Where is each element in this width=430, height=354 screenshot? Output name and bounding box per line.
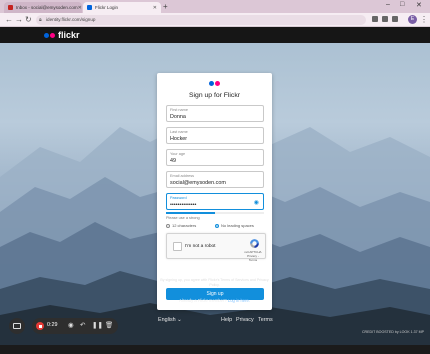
field-value: Hocker <box>170 136 188 142</box>
footer-link-privacy[interactable]: Privacy <box>236 317 254 323</box>
password-strength-fill <box>166 212 215 214</box>
footer-link-help[interactable]: Help <box>221 317 232 323</box>
pause-icon[interactable]: ❚❚ <box>92 321 103 329</box>
email-field[interactable]: Email address social@emysoden.com <box>166 171 264 188</box>
tab-label: Flickr Login <box>95 5 119 10</box>
flickr-top-nav: flickr <box>0 27 430 43</box>
browser-toolbar: ← → ↻ 🔒︎ identity.flickr.com/signup E ⋮ <box>0 13 430 27</box>
recaptcha-brand: reCAPTCHA Privacy - Terms <box>244 250 262 262</box>
draw-icon[interactable]: ◉ <box>68 321 74 329</box>
radio-icon <box>166 223 170 228</box>
recording-timer: 0:29 <box>47 322 58 328</box>
forward-icon[interactable]: → <box>15 15 23 24</box>
password-field[interactable]: Password •••••••••••••• ◉ <box>166 193 264 210</box>
menu-icon[interactable]: ⋮ <box>420 15 428 24</box>
downloads-icon[interactable] <box>392 16 398 22</box>
field-value: 49 <box>170 158 176 164</box>
address-bar[interactable]: 🔒︎ identity.flickr.com/signup <box>36 15 366 25</box>
maximize-icon[interactable]: □ <box>400 1 404 8</box>
tab-flickr-login[interactable]: Flickr Login ✕ <box>83 2 161 13</box>
signup-card: Sign up for Flickr First name Donna Last… <box>157 73 272 310</box>
flickr-dots-icon <box>209 81 223 86</box>
lock-icon: 🔒︎ <box>39 17 42 23</box>
delete-icon[interactable]: 🗑︎ <box>105 321 113 329</box>
photo-credit: CREDIT BOOSTED by LOOK 1.37 MP <box>361 330 424 334</box>
password-hint: Please use a strong <box>166 216 200 220</box>
recaptcha-checkbox[interactable] <box>173 242 182 251</box>
logo-pink-dot <box>50 32 55 38</box>
back-icon[interactable]: ← <box>5 15 13 24</box>
logo-text: flickr <box>58 30 80 40</box>
age-field[interactable]: Your age 49 <box>166 149 264 166</box>
webcam-button[interactable] <box>9 318 25 334</box>
reload-icon[interactable]: ↻ <box>25 15 32 24</box>
field-value: Donna <box>170 114 186 120</box>
recaptcha-widget: I'm not a robot reCAPTCHA Privacy - Term… <box>166 233 266 262</box>
close-window-icon[interactable]: ✕ <box>416 1 422 9</box>
field-label: Email address <box>170 174 195 178</box>
stop-recording-icon[interactable] <box>36 322 44 330</box>
close-tab-icon[interactable]: ✕ <box>78 5 82 11</box>
new-tab-icon[interactable]: + <box>163 2 168 11</box>
tab-label: Inbox - social@emysoden.com <box>16 5 78 10</box>
already-member: Already a Flickr member? Log in here. <box>178 298 250 303</box>
password-strength-bar <box>166 212 264 214</box>
flickr-page: flickr Sign up for Flickr First name Don… <box>0 27 430 345</box>
field-label: First name <box>170 108 188 112</box>
language-selector[interactable]: English ⌄ <box>158 317 182 323</box>
terms-text: By signing up, you agree with Flickr's T… <box>160 278 269 287</box>
camera-icon <box>13 323 21 329</box>
recaptcha-logo-icon <box>250 239 259 248</box>
profile-avatar[interactable]: E <box>408 15 417 24</box>
flickr-favicon-icon <box>87 5 92 10</box>
close-tab-icon[interactable]: ✕ <box>153 5 157 11</box>
minimize-icon[interactable]: – <box>386 1 390 8</box>
footer-link-terms[interactable]: Terms <box>258 317 273 323</box>
bookmark-icon[interactable] <box>372 16 378 22</box>
signup-title: Sign up for Flickr <box>189 92 240 99</box>
undo-icon[interactable]: ↶ <box>80 321 85 329</box>
recaptcha-label: I'm not a robot <box>185 244 216 249</box>
field-label: Your age <box>170 152 186 156</box>
field-value: social@emysoden.com <box>170 180 226 186</box>
show-password-eye-icon[interactable]: ◉ <box>254 199 259 206</box>
last-name-field[interactable]: Last name Hocker <box>166 127 264 144</box>
recording-controls: 0:29 ◉ ↶ ❚❚ 🗑︎ <box>32 318 118 334</box>
tab-inbox[interactable]: Inbox - social@emysoden.com ✕ <box>4 2 82 13</box>
flickr-logo[interactable]: flickr <box>44 30 80 40</box>
logo-blue-dot <box>44 32 49 38</box>
browser-tab-bar: Inbox - social@emysoden.com ✕ Flickr Log… <box>0 0 430 13</box>
login-link[interactable]: Log in here. <box>228 298 250 303</box>
field-label: Last name <box>170 130 188 134</box>
radio-checked-icon <box>215 223 219 228</box>
field-value: •••••••••••••• <box>170 202 197 208</box>
first-name-field[interactable]: First name Donna <box>166 105 264 122</box>
bottom-strip <box>0 345 430 354</box>
field-label: Password <box>170 196 187 200</box>
hint-option: 12 characters <box>166 223 196 228</box>
url-text: identity.flickr.com/signup <box>46 17 96 22</box>
hint-option: No leading spaces <box>215 223 254 228</box>
extension-icon[interactable] <box>382 16 388 22</box>
gmail-favicon-icon <box>8 5 13 10</box>
